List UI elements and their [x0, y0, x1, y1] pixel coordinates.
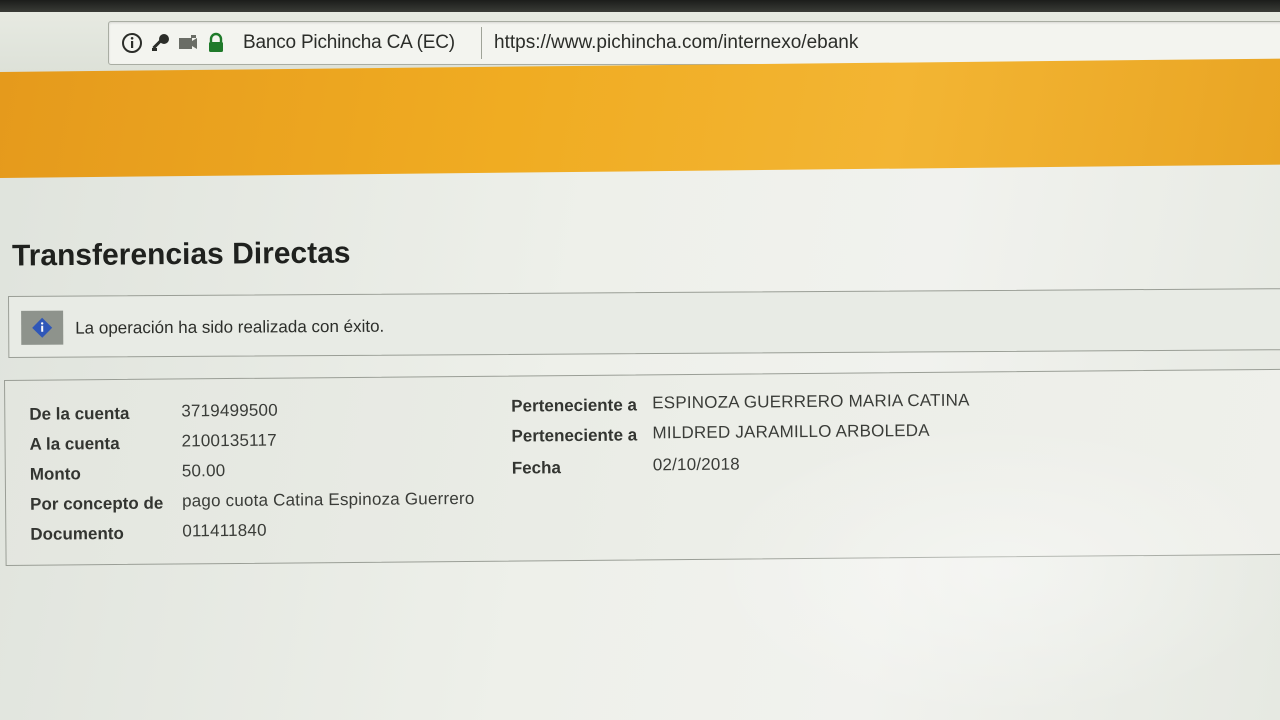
camera-icon[interactable] — [177, 32, 199, 54]
to-owner-value: MILDRED JARAMILLO ARBOLEDA — [652, 420, 930, 443]
concept-value: pago cuota Catina Espinoza Guerrero — [181, 488, 475, 511]
date-value: 02/10/2018 — [652, 454, 740, 475]
success-message: La operación ha sido realizada con éxito… — [8, 288, 1280, 358]
date-label: Fecha — [511, 458, 562, 478]
concept-label: Por concepto de — [30, 493, 164, 514]
success-message-text: La operación ha sido realizada con éxito… — [75, 316, 385, 338]
key-icon[interactable] — [149, 32, 171, 54]
screen-bezel — [0, 0, 1280, 12]
address-bar[interactable]: Banco Pichincha CA (EC) https://www.pich… — [108, 21, 1280, 65]
header-banner — [0, 58, 1280, 178]
document-value: 011411840 — [182, 520, 267, 541]
amount-label: Monto — [29, 464, 81, 484]
url-icons — [121, 31, 227, 55]
info-diamond-icon — [21, 310, 64, 345]
to-account-value: 2100135117 — [181, 430, 277, 451]
to-account-label: A la cuenta — [29, 433, 120, 454]
transfer-details: De la cuenta 3719499500 A la cuenta 2100… — [4, 368, 1280, 566]
amount-value: 50.00 — [181, 461, 226, 481]
url-separator — [481, 27, 482, 59]
from-account-value: 3719499500 — [181, 400, 278, 421]
lock-icon[interactable] — [205, 32, 227, 54]
from-owner-label: Perteneciente a — [511, 395, 638, 416]
from-owner-value: ESPINOZA GUERRERO MARIA CATINA — [652, 390, 970, 413]
info-icon[interactable] — [121, 32, 143, 54]
url-text[interactable]: https://www.pichincha.com/internexo/eban… — [494, 32, 858, 54]
browser-viewport: Banco Pichincha CA (EC) https://www.pich… — [0, 0, 1280, 720]
page-title: Transferencias Directas — [11, 236, 351, 273]
site-identity[interactable]: Banco Pichincha CA (EC) — [243, 32, 455, 54]
from-account-label: De la cuenta — [29, 403, 130, 424]
to-owner-label: Perteneciente a — [511, 425, 638, 446]
document-label: Documento — [30, 523, 124, 544]
